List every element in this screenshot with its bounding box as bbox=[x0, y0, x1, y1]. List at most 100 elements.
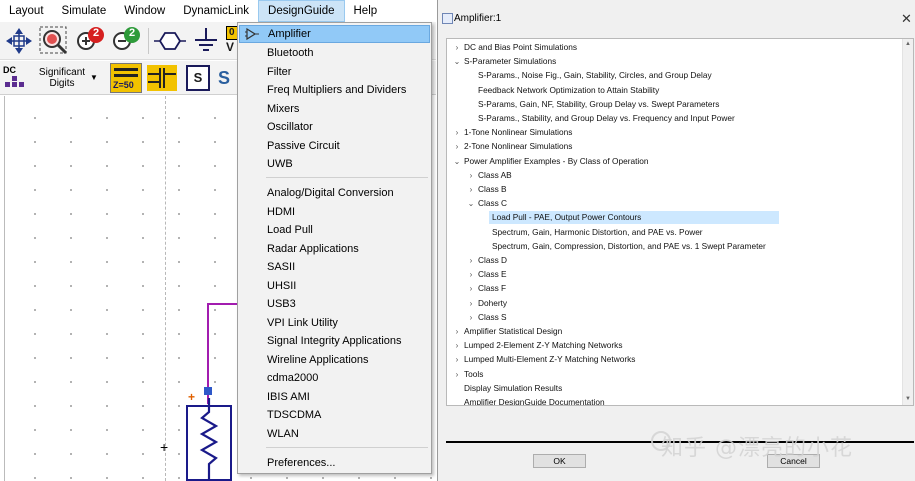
scroll-up-icon[interactable]: ▲ bbox=[905, 41, 911, 47]
chevron-right-icon[interactable]: › bbox=[467, 169, 475, 182]
tree-item[interactable]: ⌄ Class C bbox=[447, 197, 897, 210]
chevron-right-icon[interactable]: › bbox=[453, 353, 461, 366]
ok-button[interactable]: OK bbox=[533, 454, 586, 468]
menu-item-cdma2000[interactable]: cdma2000 bbox=[239, 369, 430, 387]
tree-item-label: Class C bbox=[478, 198, 508, 209]
tree-item-label: Lumped Multi-Element Z-Y Matching Networ… bbox=[464, 354, 636, 365]
zoom-out-badge: 2 bbox=[128, 27, 136, 39]
menu-item-hdmi[interactable]: HDMI bbox=[239, 203, 430, 221]
chevron-right-icon[interactable]: › bbox=[453, 126, 461, 139]
ground-icon[interactable] bbox=[192, 26, 220, 56]
menu-item-passive-circuit[interactable]: Passive Circuit bbox=[239, 137, 430, 155]
chevron-right-icon[interactable]: › bbox=[453, 41, 461, 54]
tree-item[interactable]: › Amplifier Statistical Design bbox=[447, 325, 897, 338]
tree-item[interactable]: › 1-Tone Nonlinear Simulations bbox=[447, 126, 897, 139]
tree-item[interactable]: › Class B bbox=[447, 183, 897, 196]
canvas-guide-line bbox=[165, 96, 166, 481]
menu-item-tdscdma[interactable]: TDSCDMA bbox=[239, 406, 430, 424]
tree-item[interactable]: › DC and Bias Point Simulations bbox=[447, 41, 897, 54]
chevron-right-icon[interactable]: › bbox=[467, 297, 475, 310]
menu-designguide[interactable]: DesignGuide bbox=[258, 0, 345, 22]
tree-item-label: S-Parameter Simulations bbox=[464, 56, 557, 67]
menu-item-uwb[interactable]: UWB bbox=[239, 155, 430, 173]
dc-dots-icon[interactable] bbox=[4, 75, 26, 89]
close-icon[interactable]: ✕ bbox=[901, 11, 912, 27]
menu-item-freq-multipliers[interactable]: Freq Multipliers and Dividers bbox=[239, 81, 430, 99]
chevron-down-icon: ▼ bbox=[90, 73, 98, 82]
sparam-icon[interactable]: S bbox=[186, 65, 210, 91]
significant-digits-control[interactable]: Significant Digits ▼ bbox=[34, 64, 100, 92]
tree-item[interactable]: Spectrum, Gain, Compression, Distortion,… bbox=[447, 240, 897, 253]
zoom-out-icon[interactable] bbox=[110, 25, 142, 57]
tree-item[interactable]: Load Pull - PAE, Output Power Contours bbox=[489, 211, 779, 225]
menu-item-ibis-ami[interactable]: IBIS AMI bbox=[239, 388, 430, 406]
chevron-right-icon[interactable]: › bbox=[467, 183, 475, 196]
tree-item[interactable]: › Lumped Multi-Element Z-Y Matching Netwo… bbox=[447, 353, 897, 366]
tree-item-label: 1-Tone Nonlinear Simulations bbox=[464, 127, 573, 138]
menu-simulate[interactable]: Simulate bbox=[53, 0, 116, 22]
tree-item[interactable]: S-Params, Gain, NF, Stability, Group Del… bbox=[447, 98, 897, 111]
menu-item-usb3[interactable]: USB3 bbox=[239, 295, 430, 313]
tree-item[interactable]: › 2-Tone Nonlinear Simulations bbox=[447, 140, 897, 153]
tree-item[interactable]: Spectrum, Gain, Harmonic Distortion, and… bbox=[447, 226, 897, 239]
chevron-right-icon[interactable]: › bbox=[453, 140, 461, 153]
tree-item[interactable]: › Class F bbox=[447, 282, 897, 295]
tree-item-label: Feedback Network Optimization to Attain … bbox=[478, 84, 660, 95]
chevron-right-icon[interactable]: › bbox=[467, 268, 475, 281]
stub-icon[interactable] bbox=[146, 64, 178, 92]
tree-item[interactable]: S-Params., Stability, and Group Delay vs… bbox=[447, 112, 897, 125]
term-z50-icon[interactable]: Z=50 bbox=[110, 63, 142, 93]
tree-item[interactable]: Display Simulation Results bbox=[447, 382, 897, 395]
chevron-down-icon[interactable]: ⌄ bbox=[467, 197, 475, 210]
menu-item-filter[interactable]: Filter bbox=[239, 63, 430, 81]
chevron-right-icon[interactable]: › bbox=[453, 339, 461, 352]
zoom-in-icon[interactable] bbox=[74, 25, 106, 57]
menu-item-uhsii[interactable]: UHSII bbox=[239, 277, 430, 295]
watermark-text: 知乎 @漂亮的小花 bbox=[661, 436, 853, 461]
menu-item-signal-integrity[interactable]: Signal Integrity Applications bbox=[239, 332, 430, 350]
menu-item-mixers[interactable]: Mixers bbox=[239, 100, 430, 118]
menu-layout[interactable]: Layout bbox=[0, 0, 53, 22]
tree-item[interactable]: S-Params., Noise Fig., Gain, Stability, … bbox=[447, 69, 897, 82]
port-connector-icon[interactable] bbox=[203, 386, 215, 398]
menu-item-wlan[interactable]: WLAN bbox=[239, 425, 430, 443]
sparam-sweep-icon[interactable]: S bbox=[218, 65, 236, 91]
menu-item-load-pull[interactable]: Load Pull bbox=[239, 221, 430, 239]
menu-help[interactable]: Help bbox=[345, 0, 387, 22]
tree-item[interactable]: › Class D bbox=[447, 254, 897, 267]
menu-item-oscillator[interactable]: Oscillator bbox=[239, 118, 430, 136]
menu-item-vpi-link[interactable]: VPI Link Utility bbox=[239, 314, 430, 332]
tree-item[interactable]: › Class E bbox=[447, 268, 897, 281]
menu-window[interactable]: Window bbox=[115, 0, 174, 22]
move-icon[interactable] bbox=[4, 26, 34, 56]
chevron-down-icon[interactable]: ⌄ bbox=[453, 55, 461, 68]
chevron-right-icon[interactable]: › bbox=[453, 325, 461, 338]
menu-item-radar[interactable]: Radar Applications bbox=[239, 240, 430, 258]
chevron-right-icon[interactable]: › bbox=[467, 282, 475, 295]
menu-dynamiclink[interactable]: DynamicLink bbox=[174, 0, 258, 22]
menu-item-preferences[interactable]: Preferences... bbox=[239, 454, 430, 472]
menu-item-sasii[interactable]: SASII bbox=[239, 258, 430, 276]
hexagon-icon[interactable] bbox=[154, 28, 186, 54]
menu-item-analog-digital[interactable]: Analog/Digital Conversion bbox=[239, 184, 430, 202]
tree-item[interactable]: ⌄ S-Parameter Simulations bbox=[447, 55, 897, 68]
menu-item-wireline[interactable]: Wireline Applications bbox=[239, 351, 430, 369]
tree-scrollbar[interactable]: ▲ ▼ bbox=[902, 39, 913, 405]
chevron-right-icon[interactable]: › bbox=[453, 368, 461, 381]
tree-item[interactable]: › Lumped 2-Element Z-Y Matching Networks bbox=[447, 339, 897, 352]
tree-item[interactable]: Feedback Network Optimization to Attain … bbox=[447, 84, 897, 97]
resistor-component[interactable] bbox=[184, 398, 236, 481]
menu-item-bluetooth[interactable]: Bluetooth bbox=[239, 44, 430, 62]
tree-item[interactable]: › Doherty bbox=[447, 297, 897, 310]
chevron-right-icon[interactable]: › bbox=[467, 254, 475, 267]
tree-item[interactable]: Amplifier DesignGuide Documentation bbox=[447, 396, 897, 405]
menu-item-amplifier[interactable]: Amplifier bbox=[239, 25, 430, 43]
zoom-area-icon[interactable] bbox=[38, 25, 70, 57]
chevron-down-icon[interactable]: ⌄ bbox=[453, 155, 461, 168]
tree-item[interactable]: › Tools bbox=[447, 368, 897, 381]
tree-item[interactable]: ⌄ Power Amplifier Examples - By Class of … bbox=[447, 155, 897, 168]
tree-item[interactable]: › Class AB bbox=[447, 169, 897, 182]
chevron-right-icon[interactable]: › bbox=[467, 311, 475, 324]
tree-item[interactable]: › Class S bbox=[447, 311, 897, 324]
scroll-down-icon[interactable]: ▼ bbox=[905, 396, 911, 402]
